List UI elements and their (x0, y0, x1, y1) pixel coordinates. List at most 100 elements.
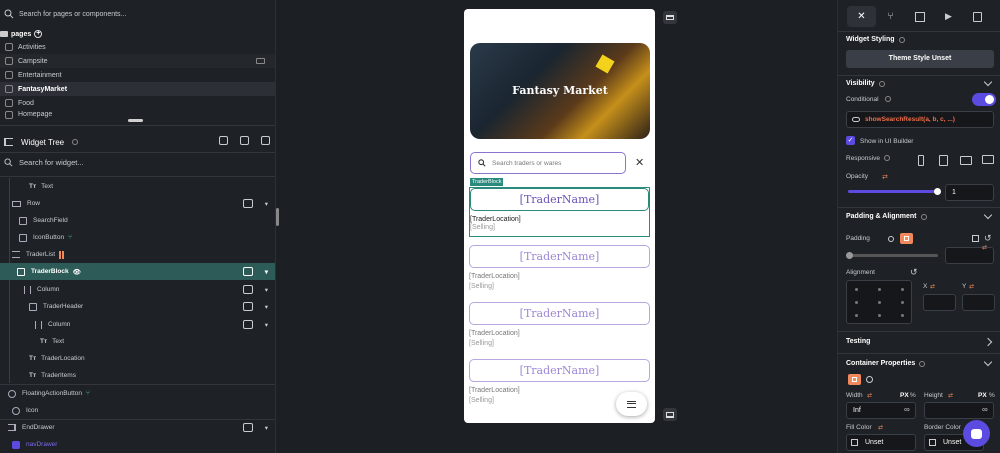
opacity-input[interactable]: 1 (945, 184, 994, 201)
chevron-up-icon[interactable] (983, 210, 993, 220)
opacity-slider[interactable] (848, 190, 938, 193)
container-shape-button[interactable] (848, 374, 861, 385)
tree-item-column-inner[interactable]: Column ▾ (0, 316, 275, 333)
variable-icon[interactable]: ⇄ (878, 424, 883, 431)
variable-icon[interactable]: ⇄ (982, 244, 987, 251)
add-child-icon[interactable] (242, 302, 253, 311)
page-item-fantasymarket[interactable]: FantasyMarket (0, 82, 275, 96)
info-icon[interactable] (898, 36, 905, 43)
infinity-icon[interactable]: ∞ (904, 405, 910, 414)
chevron-down-icon[interactable]: ▾ (265, 424, 268, 432)
info-icon[interactable] (884, 155, 890, 161)
phone-icon[interactable] (918, 155, 924, 166)
chevron-down-icon[interactable]: ▾ (265, 268, 268, 276)
page-search[interactable]: Search for pages or components... (0, 0, 275, 28)
page-item-entertainment[interactable]: Entertainment (0, 68, 275, 82)
floating-action-button[interactable] (616, 392, 647, 416)
tree-item-icon[interactable]: Icon (0, 402, 275, 419)
alignment-grid[interactable] (846, 280, 912, 324)
tablet-icon[interactable] (939, 155, 948, 166)
infinity-icon[interactable]: ∞ (982, 405, 988, 414)
tree-item-fab[interactable]: FloatingActionButton ⑂ (0, 385, 275, 402)
device-toggle-button[interactable] (663, 11, 677, 24)
uniform-padding-icon[interactable] (888, 236, 894, 242)
tree-item-column[interactable]: Column ▾ (0, 281, 275, 298)
trader-block[interactable]: [TraderName] [TraderLocation] [Selling] (469, 187, 650, 237)
chevron-up-icon[interactable] (983, 77, 993, 87)
variable-icon[interactable]: ⇄ (969, 283, 974, 290)
width-unit-pct[interactable]: % (910, 392, 916, 399)
tree-item-text[interactable]: Tт Text (0, 178, 275, 195)
add-child-icon[interactable] (242, 199, 253, 208)
variable-icon[interactable]: ⇄ (930, 283, 935, 290)
opacity-slider-knob[interactable] (934, 188, 941, 195)
reset-icon[interactable]: ↺ (984, 233, 992, 244)
circle-shape-icon[interactable] (866, 376, 873, 383)
add-child-icon[interactable] (242, 285, 253, 294)
tab-backend-query[interactable] (905, 6, 934, 27)
tree-item-row[interactable]: Row ▾ (0, 195, 275, 212)
trader-block[interactable]: [TraderName] [TraderLocation] [Selling] (469, 302, 650, 347)
align-y-input[interactable] (962, 294, 995, 311)
add-page-icon[interactable]: + (34, 30, 43, 38)
tab-animations[interactable]: ▶ (934, 6, 963, 27)
width-unit-px[interactable]: PX (900, 392, 909, 399)
pages-header[interactable]: pages + (0, 28, 275, 40)
tree-item-traderlocation[interactable]: Tт TraderLocation (0, 350, 275, 367)
chevron-down-icon[interactable]: ▾ (265, 321, 268, 329)
page-item-activities[interactable]: Activities (0, 40, 275, 54)
variable-icon[interactable]: ⇄ (948, 392, 953, 399)
tree-item-traderlist[interactable]: TraderList (0, 246, 275, 263)
variable-icon[interactable]: ⇄ (867, 392, 872, 399)
conditional-toggle[interactable] (972, 93, 996, 106)
height-unit-pct[interactable]: % (989, 392, 995, 399)
chevron-down-icon[interactable]: ▾ (265, 200, 268, 208)
tree-item-searchfield[interactable]: SearchField (0, 212, 275, 229)
condition-field[interactable]: showSearchResult(a, b, c, ...) (846, 111, 994, 128)
page-item-homepage[interactable]: Homepage (0, 110, 275, 119)
info-icon[interactable] (919, 360, 926, 367)
folder-move-icon[interactable] (256, 58, 265, 64)
tab-properties[interactable]: ✕ (847, 6, 876, 27)
tree-item-iconbutton[interactable]: IconButton ⑂ (0, 229, 275, 246)
tab-actions[interactable]: ⑂ (876, 6, 905, 27)
padding-slider-knob[interactable] (846, 252, 853, 259)
filter-icon[interactable] (261, 136, 270, 145)
padding-slider[interactable] (848, 254, 938, 257)
testing-header[interactable]: Testing (846, 338, 870, 345)
panel-resize-handle[interactable] (276, 208, 279, 226)
tree-item-navdrawer[interactable]: navDrawer (0, 436, 275, 453)
tree-item-traderheader[interactable]: TraderHeader ▾ (0, 298, 275, 315)
info-icon[interactable] (878, 80, 885, 87)
info-icon[interactable] (920, 213, 927, 220)
tree-item-traderitems[interactable]: Tт TraderItems (0, 367, 275, 384)
copy-icon[interactable] (972, 235, 979, 242)
trader-search-field[interactable]: Search traders or wares (470, 152, 626, 174)
tree-item-traderblock[interactable]: TraderBlock 👁 ▾ (0, 263, 275, 280)
add-child-icon[interactable] (242, 267, 253, 276)
variable-icon[interactable]: ⇄ (882, 173, 888, 181)
widget-search-input[interactable]: Search for widget... (19, 158, 84, 167)
chevron-down-icon[interactable]: ▾ (265, 303, 268, 311)
height-unit-px[interactable]: PX (978, 392, 987, 399)
resize-handle[interactable] (128, 119, 143, 122)
device-bottom-toggle-button[interactable] (663, 408, 677, 421)
container-properties-header[interactable]: Container Properties (846, 360, 926, 367)
align-x-input[interactable] (923, 294, 956, 311)
custom-padding-button[interactable] (900, 233, 913, 244)
page-search-input[interactable]: Search for pages or components... (19, 11, 126, 18)
tree-item-text-inner[interactable]: Tт Text (0, 333, 275, 350)
download-icon[interactable] (240, 136, 249, 145)
chevron-down-icon[interactable]: ▾ (265, 286, 268, 294)
tab-generate[interactable] (963, 6, 992, 27)
info-icon[interactable] (885, 96, 891, 102)
theme-style-button[interactable]: Theme Style Unset (846, 50, 994, 68)
padding-alignment-header[interactable]: Padding & Alignment (846, 213, 927, 220)
page-item-food[interactable]: Food (0, 96, 275, 110)
desktop-icon[interactable] (982, 155, 994, 164)
info-icon[interactable] (72, 139, 79, 145)
chevron-right-icon[interactable] (983, 337, 993, 347)
visibility-header[interactable]: Visibility (846, 80, 885, 87)
close-icon[interactable]: ✕ (635, 156, 644, 169)
trader-block[interactable]: [TraderName] [TraderLocation] [Selling] (469, 245, 650, 290)
